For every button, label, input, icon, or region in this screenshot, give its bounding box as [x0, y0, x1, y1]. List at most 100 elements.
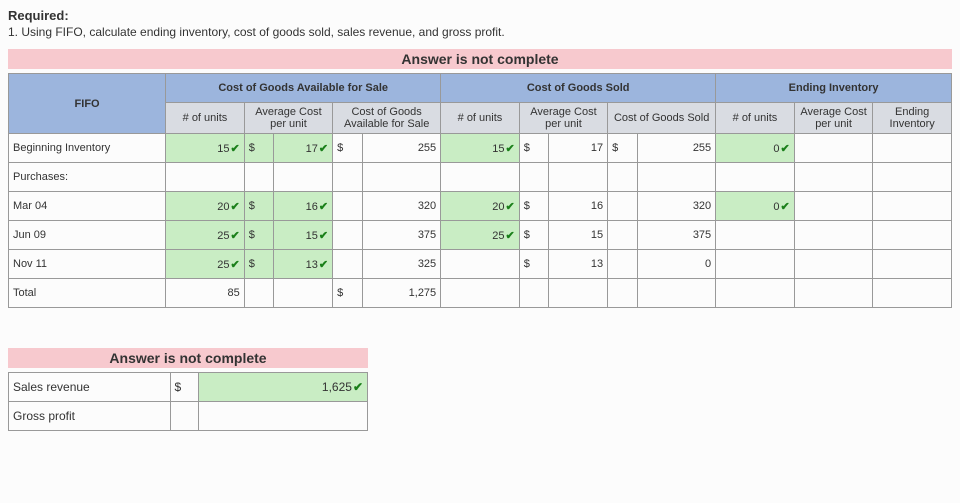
sub-avg-c: Average Cost per unit: [519, 103, 607, 134]
label-nov: Nov 11: [9, 250, 166, 279]
nov-a-avg[interactable]: 13✔: [274, 250, 333, 279]
sub-units-a: # of units: [166, 103, 245, 134]
sub-units-e: # of units: [716, 103, 795, 134]
check-icon: ✔: [353, 380, 363, 394]
jun-e-val: [873, 221, 952, 250]
beg-a-cur2: $: [333, 134, 362, 163]
sub-val-a: Cost of Goods Available for Sale: [333, 103, 441, 134]
sales-cur: $: [170, 373, 199, 402]
nov-e-units[interactable]: [716, 250, 795, 279]
required-label: Required:: [8, 8, 952, 23]
mar-e-units[interactable]: 0✔: [716, 192, 795, 221]
mar-a-avg[interactable]: 16✔: [274, 192, 333, 221]
mar-a-cur2: [333, 192, 362, 221]
mar-a-val: 320: [362, 192, 441, 221]
label-beg: Beginning Inventory: [9, 134, 166, 163]
total-a-val: 1,275: [362, 279, 441, 308]
check-icon: ✔: [506, 142, 515, 155]
sub-avg-e: Average Cost per unit: [794, 103, 873, 134]
jun-c-units[interactable]: 25✔: [441, 221, 520, 250]
row-mar04: Mar 04 20✔ $ 16✔ 320 20✔ $ 16 320 0✔: [9, 192, 952, 221]
row-sales: Sales revenue $ 1,625✔: [9, 373, 368, 402]
mar-c-units[interactable]: 20✔: [441, 192, 520, 221]
hdr-cogas: Cost of Goods Available for Sale: [166, 74, 441, 103]
sub-val-c: Cost of Goods Sold: [608, 103, 716, 134]
summary-table: Sales revenue $ 1,625✔ Gross profit: [8, 372, 368, 431]
mar-c-cur2: [608, 192, 637, 221]
check-icon: ✔: [231, 258, 240, 271]
mar-e-val: [873, 192, 952, 221]
header-row-1: FIFO Cost of Goods Available for Sale Co…: [9, 74, 952, 103]
jun-c-val: 375: [637, 221, 716, 250]
label-total: Total: [9, 279, 166, 308]
mar-c-cur1: $: [519, 192, 548, 221]
row-purchases: Purchases:: [9, 163, 952, 192]
hdr-cogs: Cost of Goods Sold: [441, 74, 716, 103]
nov-a-units[interactable]: 25✔: [166, 250, 245, 279]
hdr-fifo: FIFO: [9, 74, 166, 134]
check-icon: ✔: [506, 229, 515, 242]
nov-e-avg[interactable]: [794, 250, 873, 279]
check-icon: ✔: [506, 200, 515, 213]
jun-a-cur2: [333, 221, 362, 250]
gp-val[interactable]: [199, 402, 368, 431]
nov-c-cur2: [608, 250, 637, 279]
jun-a-units[interactable]: 25✔: [166, 221, 245, 250]
nov-c-units[interactable]: [441, 250, 520, 279]
mar-c-val: 320: [637, 192, 716, 221]
beg-c-cur2: $: [608, 134, 637, 163]
nov-e-val: [873, 250, 952, 279]
nov-c-cur1: $: [519, 250, 548, 279]
label-purch: Purchases:: [9, 163, 166, 192]
row-total: Total 85 $ 1,275: [9, 279, 952, 308]
label-jun: Jun 09: [9, 221, 166, 250]
sub-units-c: # of units: [441, 103, 520, 134]
beg-a-units[interactable]: 15✔: [166, 134, 245, 163]
row-nov11: Nov 11 25✔ $ 13✔ 325 $ 13 0: [9, 250, 952, 279]
jun-c-cur2: [608, 221, 637, 250]
nov-a-val: 325: [362, 250, 441, 279]
beg-e-units[interactable]: 0✔: [716, 134, 795, 163]
beg-a-cur1: $: [244, 134, 273, 163]
beg-c-val: 255: [637, 134, 716, 163]
jun-e-avg[interactable]: [794, 221, 873, 250]
check-icon: ✔: [231, 200, 240, 213]
beg-a-avg[interactable]: 17✔: [274, 134, 333, 163]
jun-a-avg[interactable]: 15✔: [274, 221, 333, 250]
sub-val-e: Ending Inventory: [873, 103, 952, 134]
check-icon: ✔: [781, 142, 790, 155]
check-icon: ✔: [319, 142, 328, 155]
mar-a-cur1: $: [244, 192, 273, 221]
fifo-table: FIFO Cost of Goods Available for Sale Co…: [8, 73, 952, 308]
check-icon: ✔: [781, 200, 790, 213]
jun-e-units[interactable]: [716, 221, 795, 250]
sub-avg-a: Average Cost per unit: [244, 103, 332, 134]
nov-c-avg: 13: [549, 250, 608, 279]
check-icon: ✔: [319, 229, 328, 242]
beg-c-units[interactable]: 15✔: [441, 134, 520, 163]
sales-label: Sales revenue: [9, 373, 171, 402]
label-mar: Mar 04: [9, 192, 166, 221]
total-a-cur2: $: [333, 279, 362, 308]
required-text: 1. Using FIFO, calculate ending inventor…: [8, 25, 952, 39]
mar-e-avg[interactable]: [794, 192, 873, 221]
check-icon: ✔: [319, 200, 328, 213]
row-beginning: Beginning Inventory 15✔ $ 17✔ $ 255 15✔ …: [9, 134, 952, 163]
sales-val[interactable]: 1,625✔: [199, 373, 368, 402]
gp-label: Gross profit: [9, 402, 171, 431]
nov-a-cur1: $: [244, 250, 273, 279]
jun-c-avg: 15: [549, 221, 608, 250]
hdr-ei: Ending Inventory: [716, 74, 952, 103]
gp-cur: [170, 402, 199, 431]
beg-e-avg[interactable]: [794, 134, 873, 163]
jun-c-cur1: $: [519, 221, 548, 250]
jun-a-val: 375: [362, 221, 441, 250]
check-icon: ✔: [231, 229, 240, 242]
incomplete-banner-main: Answer is not complete: [8, 49, 952, 69]
jun-a-cur1: $: [244, 221, 273, 250]
beg-e-val: [873, 134, 952, 163]
nov-a-cur2: [333, 250, 362, 279]
mar-a-units[interactable]: 20✔: [166, 192, 245, 221]
row-gross-profit: Gross profit: [9, 402, 368, 431]
beg-c-cur1: $: [519, 134, 548, 163]
